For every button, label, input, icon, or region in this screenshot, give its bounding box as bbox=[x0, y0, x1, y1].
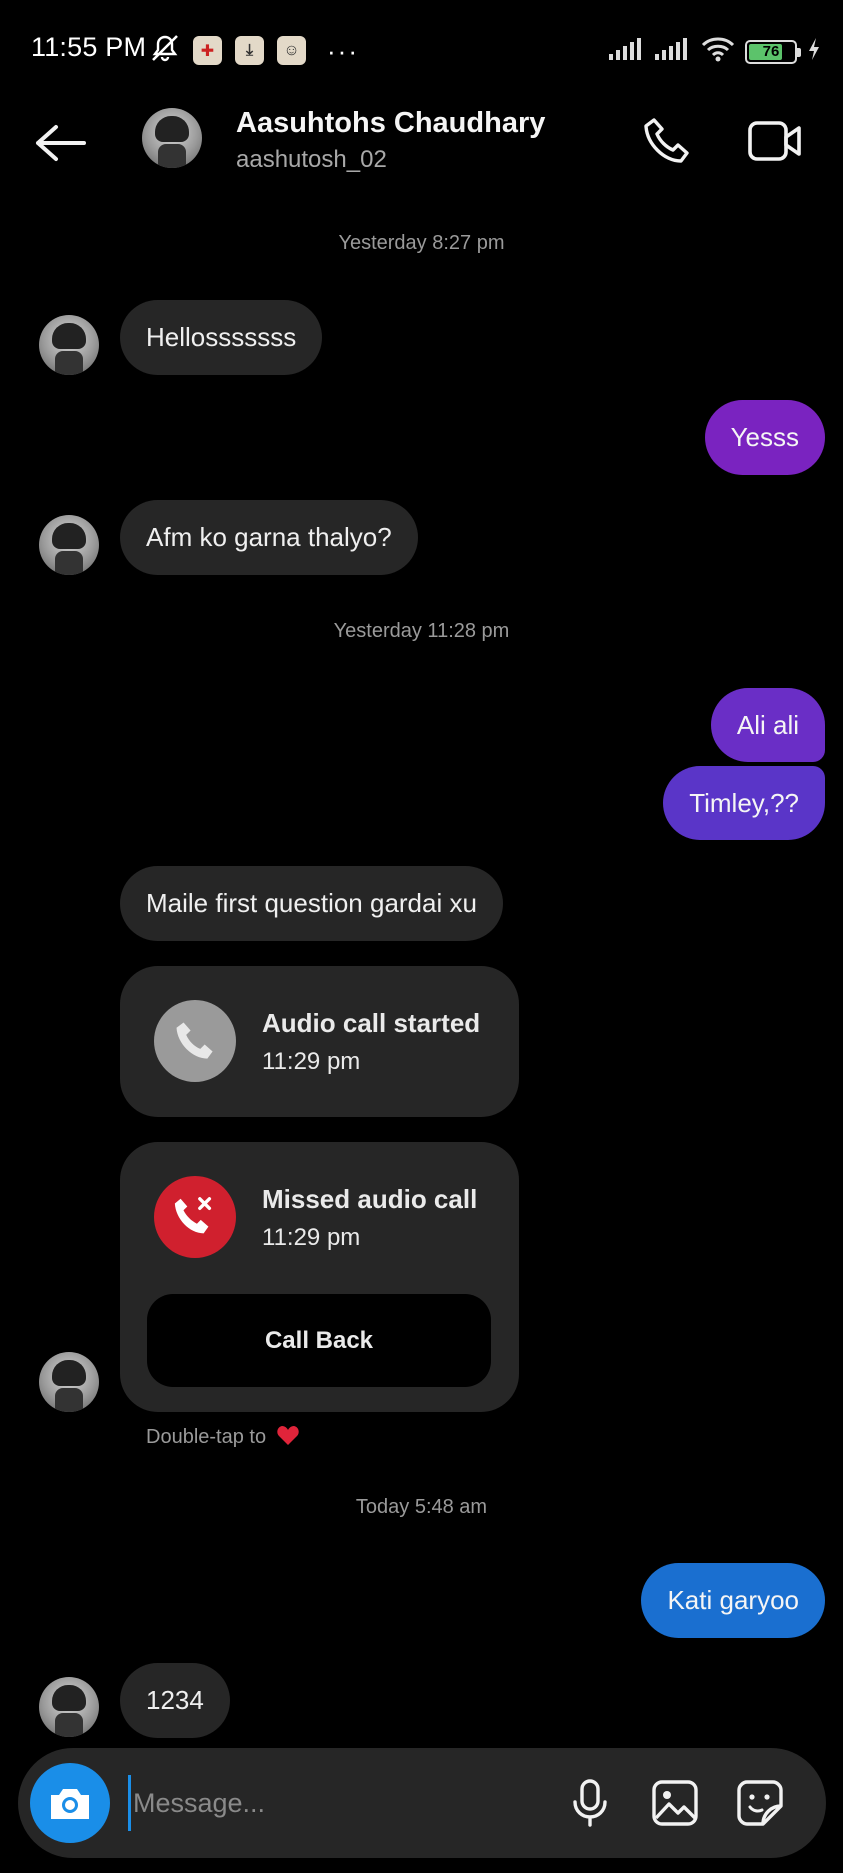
outgoing-message[interactable]: Yesss bbox=[704, 400, 825, 475]
system-icons: 76 bbox=[609, 36, 821, 67]
voice-message-button[interactable] bbox=[559, 1772, 621, 1834]
wifi-icon bbox=[701, 36, 735, 67]
snapchat-icon: ☺ bbox=[277, 36, 306, 65]
contact-avatar[interactable] bbox=[142, 108, 202, 168]
message-input[interactable] bbox=[128, 1775, 548, 1831]
notification-icons: ✚ ⤓ ☺ ··· bbox=[150, 33, 359, 68]
incoming-message[interactable]: Hellosssssss bbox=[120, 300, 323, 375]
status-bar: 11:55 PM ✚ ⤓ ☺ ··· 76 bbox=[0, 0, 843, 100]
phone-icon bbox=[154, 1000, 236, 1082]
incoming-message[interactable]: Afm ko garna thalyo? bbox=[120, 500, 418, 575]
image-icon bbox=[652, 1780, 698, 1826]
call-title: Missed audio call bbox=[262, 1184, 478, 1214]
contact-username[interactable]: aashutosh_02 bbox=[236, 146, 387, 174]
charging-icon bbox=[807, 37, 821, 66]
back-arrow-icon bbox=[36, 124, 86, 161]
sender-avatar[interactable] bbox=[39, 315, 99, 375]
audio-call-button[interactable] bbox=[638, 112, 696, 170]
timestamp-divider: Yesterday 8:27 pm bbox=[338, 232, 505, 254]
video-camera-icon bbox=[748, 121, 801, 161]
heart-icon bbox=[276, 1424, 300, 1452]
sender-avatar[interactable] bbox=[39, 1352, 99, 1412]
contact-name[interactable]: Aasuhtohs Chaudhary bbox=[236, 107, 545, 140]
outgoing-message[interactable]: Timley,?? bbox=[663, 766, 825, 840]
video-call-button[interactable] bbox=[745, 112, 805, 170]
hint-text: Double-tap to bbox=[146, 1426, 267, 1448]
sender-avatar[interactable] bbox=[39, 515, 99, 575]
camera-button[interactable] bbox=[30, 1763, 110, 1843]
double-tap-hint: Double-tap to bbox=[146, 1424, 300, 1452]
outgoing-message[interactable]: Ali ali bbox=[710, 688, 825, 762]
outgoing-message[interactable]: Kati garyoo bbox=[641, 1563, 825, 1638]
status-time: 11:55 PM bbox=[31, 32, 147, 62]
call-back-button[interactable]: Call Back bbox=[147, 1294, 491, 1387]
sender-avatar[interactable] bbox=[39, 1677, 99, 1737]
back-button[interactable] bbox=[30, 115, 90, 170]
timestamp-divider: Yesterday 11:28 pm bbox=[333, 620, 510, 642]
battery-icon: 76 bbox=[745, 39, 801, 64]
more-notifications-icon: ··· bbox=[327, 35, 359, 66]
call-started-card[interactable]: Audio call started 11:29 pm bbox=[120, 966, 519, 1117]
download-icon: ⤓ bbox=[235, 36, 264, 65]
microphone-icon bbox=[573, 1779, 607, 1827]
call-time: 11:29 pm bbox=[262, 1224, 361, 1251]
sticker-button[interactable] bbox=[729, 1772, 791, 1834]
mute-icon bbox=[150, 33, 180, 68]
chat-header: Aasuhtohs Chaudhary aashutosh_02 bbox=[0, 100, 843, 205]
app-notification-icon: ✚ bbox=[193, 36, 222, 65]
message-composer bbox=[18, 1748, 826, 1858]
missed-call-icon bbox=[154, 1176, 236, 1258]
sticker-icon bbox=[737, 1780, 783, 1826]
camera-icon bbox=[51, 1789, 89, 1819]
incoming-message[interactable]: 1234 bbox=[120, 1663, 230, 1738]
signal-icon bbox=[655, 37, 691, 66]
incoming-message[interactable]: Maile first question gardai xu bbox=[120, 866, 503, 941]
call-title: Audio call started bbox=[262, 1008, 481, 1038]
call-time: 11:29 pm bbox=[262, 1048, 361, 1075]
timestamp-divider: Today 5:48 am bbox=[355, 1496, 488, 1518]
signal-icon bbox=[609, 37, 645, 66]
gallery-button[interactable] bbox=[644, 1772, 706, 1834]
battery-level: 76 bbox=[762, 42, 780, 60]
phone-icon bbox=[644, 118, 689, 163]
missed-call-card[interactable]: Missed audio call 11:29 pm Call Back bbox=[120, 1142, 519, 1412]
